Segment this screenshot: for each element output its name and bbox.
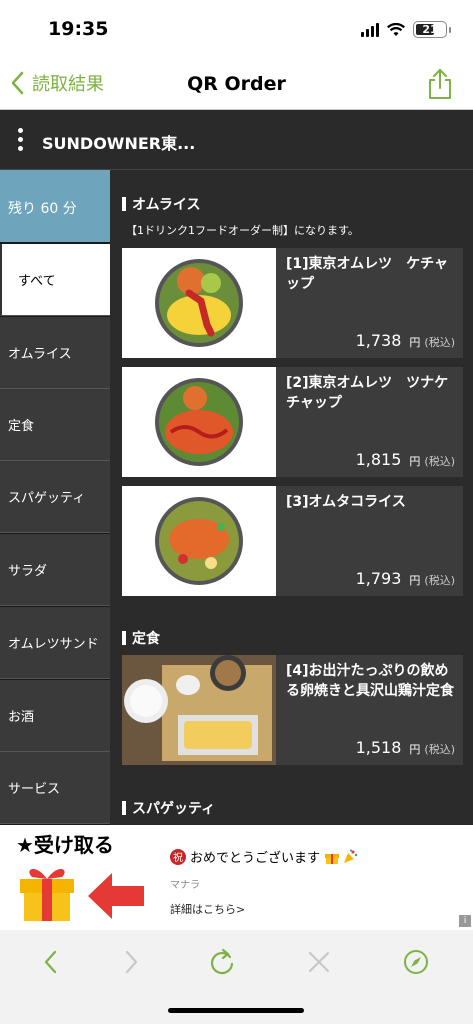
arrow-left-icon [86,871,146,925]
menu-item-price: 1,738 円 (税込) [355,331,455,350]
party-popper-icon [344,849,358,863]
ad-source: マナラ [170,880,200,891]
menu-item-card[interactable]: [4]お出汁たっぷりの飲める卵焼きと具沢山鶏汁定食 1,518 円 (税込) [122,655,463,765]
section-title-set-meal: 定食 [122,628,160,648]
sidebar-item-salad[interactable]: サラダ [0,534,110,606]
shop-header: SUNDOWNER東... [0,110,473,170]
reload-button[interactable] [202,942,242,982]
forward-nav-button[interactable] [112,942,152,982]
menu-item-name: [1]東京オムレツ ケチャップ [286,256,448,292]
ad-info-icon[interactable]: i [459,915,471,927]
status-icons: 21 [361,21,451,38]
menu-item-price: 1,815 円 (税込) [355,450,455,469]
menu-list: オムライス 【1ドリンク1フードオーダー制】になります。 [1]東京オムレツ ケ… [110,170,473,825]
forward-icon [125,950,138,974]
menu-item-card[interactable]: [2]東京オムレツ ツナケチャップ 1,815 円 (税込) [122,367,463,477]
food-image [122,367,276,477]
ad-details-link[interactable]: 詳細はこちら> [170,901,245,917]
food-image [122,486,276,596]
category-sidebar: 残り 60 分 すべて オムライス 定食 スパゲッティ サラダ オムレツサンド … [0,170,110,825]
compass-icon [404,950,428,974]
sidebar-item-all[interactable]: すべて [0,244,110,316]
menu-item-card[interactable]: [3]オムタコライス 1,793 円 (税込) [122,486,463,596]
safari-open-button[interactable] [396,942,436,982]
status-bar: 19:35 21 [0,0,473,60]
menu-item-name: [4]お出汁たっぷりの飲める卵焼きと具沢山鶏汁定食 [286,663,454,699]
back-icon [44,950,57,974]
ad-banner[interactable]: ★受け取る 祝 おめでとうございます マナラ 詳細はこちら> i [0,825,473,930]
time-remaining: 残り 60 分 [0,170,110,242]
close-button[interactable] [299,942,339,982]
menu-item-card[interactable]: [1]東京オムレツ ケチャップ 1,738 円 (税込) [122,248,463,358]
ad-receive-label[interactable]: ★受け取る [16,829,114,858]
wifi-icon [387,22,405,36]
sidebar-item-omurice[interactable]: オムライス [0,317,110,389]
status-time: 19:35 [48,18,109,40]
share-icon [429,69,451,99]
section-title-spaghetti: スパゲッティ [122,798,215,818]
gift-icon [16,859,78,927]
menu-item-price: 1,793 円 (税込) [355,569,455,588]
battery-icon: 21 [413,21,447,38]
celebrate-badge-icon: 祝 [170,848,186,865]
home-indicator [168,1008,304,1013]
share-button[interactable] [427,68,453,104]
small-gift-icon [325,853,340,864]
cellular-signal-icon [361,22,379,37]
food-image [122,655,276,765]
omu-taco-rice-image [155,497,243,585]
section-title-omurice: オムライス [122,194,200,214]
sidebar-item-omelet-sandwich[interactable]: オムレツサンド [0,607,110,679]
tamagoyaki-set-image [122,655,276,765]
back-nav-button[interactable] [30,942,70,982]
page-title: QR Order [187,73,286,95]
sidebar-item-alcohol[interactable]: お酒 [0,680,110,752]
reload-icon [210,948,234,975]
section-note: 【1ドリンク1フードオーダー制】になります。 [126,224,359,237]
ad-headline-text: おめでとうございます [190,851,321,866]
menu-item-name: [3]オムタコライス [286,494,406,510]
menu-item-name: [2]東京オムレツ ツナケチャップ [286,375,449,411]
vertical-dots-icon[interactable] [18,128,23,151]
omurice-ketchup-image [155,259,243,347]
sidebar-item-set-meal[interactable]: 定食 [0,389,110,461]
ad-headline: 祝 おめでとうございます [170,847,358,866]
close-icon [308,951,330,973]
food-image [122,248,276,358]
battery-level: 21 [422,23,438,36]
menu-item-price: 1,518 円 (税込) [355,738,455,757]
omurice-tuna-image [155,378,243,466]
sidebar-item-service[interactable]: サービス [0,752,110,824]
shop-name: SUNDOWNER東... [42,134,196,153]
nav-bar: 読取結果 QR Order [0,60,473,110]
sidebar-item-spaghetti[interactable]: スパゲッティ [0,461,110,533]
